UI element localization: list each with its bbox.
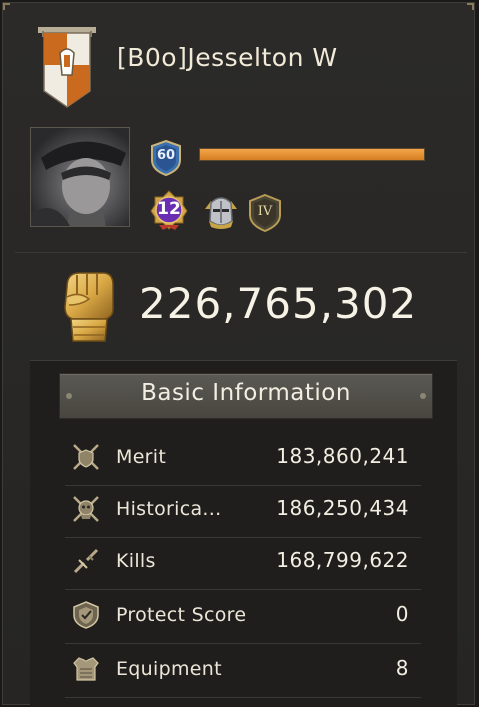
stat-label: Equipment: [116, 658, 222, 680]
player-profile-panel: [B0o]Jesselton W 60 12 IV 226,765,302 Ba…: [2, 2, 475, 707]
stat-value: 8: [395, 656, 409, 680]
avatar[interactable]: [30, 127, 130, 227]
level-badge: 60: [150, 139, 182, 177]
broken-sword-icon: [73, 548, 99, 574]
stat-label: Merit: [116, 446, 167, 468]
section-title: Basic Information: [141, 380, 351, 406]
stat-row-protect-score[interactable]: Protect Score 0: [65, 591, 421, 644]
protect-shield-icon: [73, 601, 99, 629]
stat-label: Kills: [116, 550, 156, 572]
crossed-swords-skull-icon: [73, 496, 99, 522]
stat-value: 183,860,241: [276, 444, 409, 468]
vip-badge[interactable]: 12: [149, 189, 189, 231]
rank-badge[interactable]: IV: [247, 193, 283, 233]
stat-row-historical[interactable]: Historica... 186,250,434: [65, 485, 421, 538]
divider: [15, 252, 467, 253]
stat-value: 168,799,622: [276, 548, 409, 572]
power-value: 226,765,302: [139, 279, 418, 328]
level-value: 60: [156, 148, 176, 163]
stat-row-kills[interactable]: Kills 168,799,622: [65, 537, 421, 590]
vip-level-value: 12: [157, 199, 181, 219]
crossed-swords-shield-icon: [73, 444, 99, 470]
stat-value: 186,250,434: [276, 496, 409, 520]
stat-label: Historica...: [116, 498, 222, 520]
experience-bar: [199, 148, 425, 161]
armor-chestplate-icon: [73, 657, 99, 681]
stat-label: Protect Score: [116, 604, 247, 626]
stat-row-equipment[interactable]: Equipment 8: [65, 645, 421, 698]
stat-row-merit[interactable]: Merit 183,860,241: [65, 433, 421, 486]
rank-numeral: IV: [257, 204, 273, 219]
alliance-banner-icon[interactable]: [36, 25, 98, 111]
stat-value: 0: [395, 602, 409, 626]
helmet-achievement-icon[interactable]: [201, 191, 241, 231]
experience-bar-fill: [200, 149, 424, 160]
player-name: [B0o]Jesselton W: [117, 43, 338, 72]
avatar-portrait-icon: [31, 128, 129, 226]
gauntlet-fist-icon: [64, 272, 114, 342]
